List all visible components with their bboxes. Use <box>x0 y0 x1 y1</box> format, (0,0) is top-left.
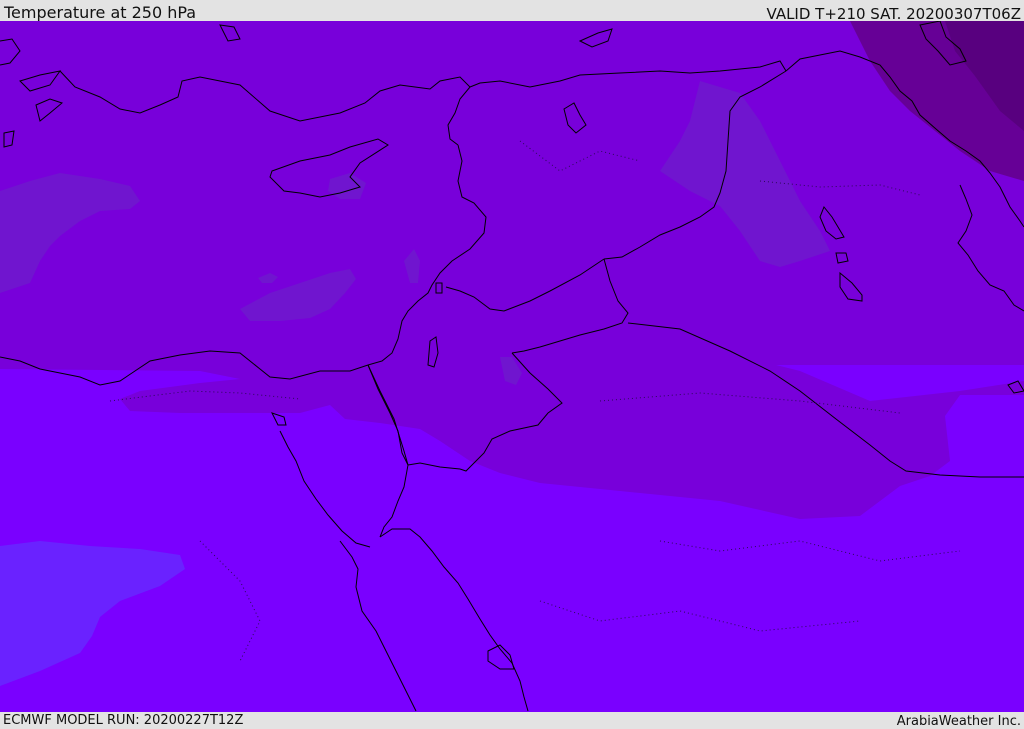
header-bar: Temperature at 250 hPa VALID T+210 SAT. … <box>0 0 1024 23</box>
model-run: ECMWF MODEL RUN: 20200227T12Z <box>3 713 244 728</box>
field-north <box>0 21 1024 365</box>
footer-bar: ECMWF MODEL RUN: 20200227T12Z ArabiaWeat… <box>0 712 1024 729</box>
map-title: Temperature at 250 hPa <box>4 3 197 22</box>
map-figure: Temperature at 250 hPa VALID T+210 SAT. … <box>0 0 1024 729</box>
map-area <box>0 21 1024 712</box>
map-svg <box>0 21 1024 712</box>
credit: ArabiaWeather Inc. <box>896 714 1021 729</box>
valid-time: VALID T+210 SAT. 20200307T06Z <box>766 5 1021 23</box>
